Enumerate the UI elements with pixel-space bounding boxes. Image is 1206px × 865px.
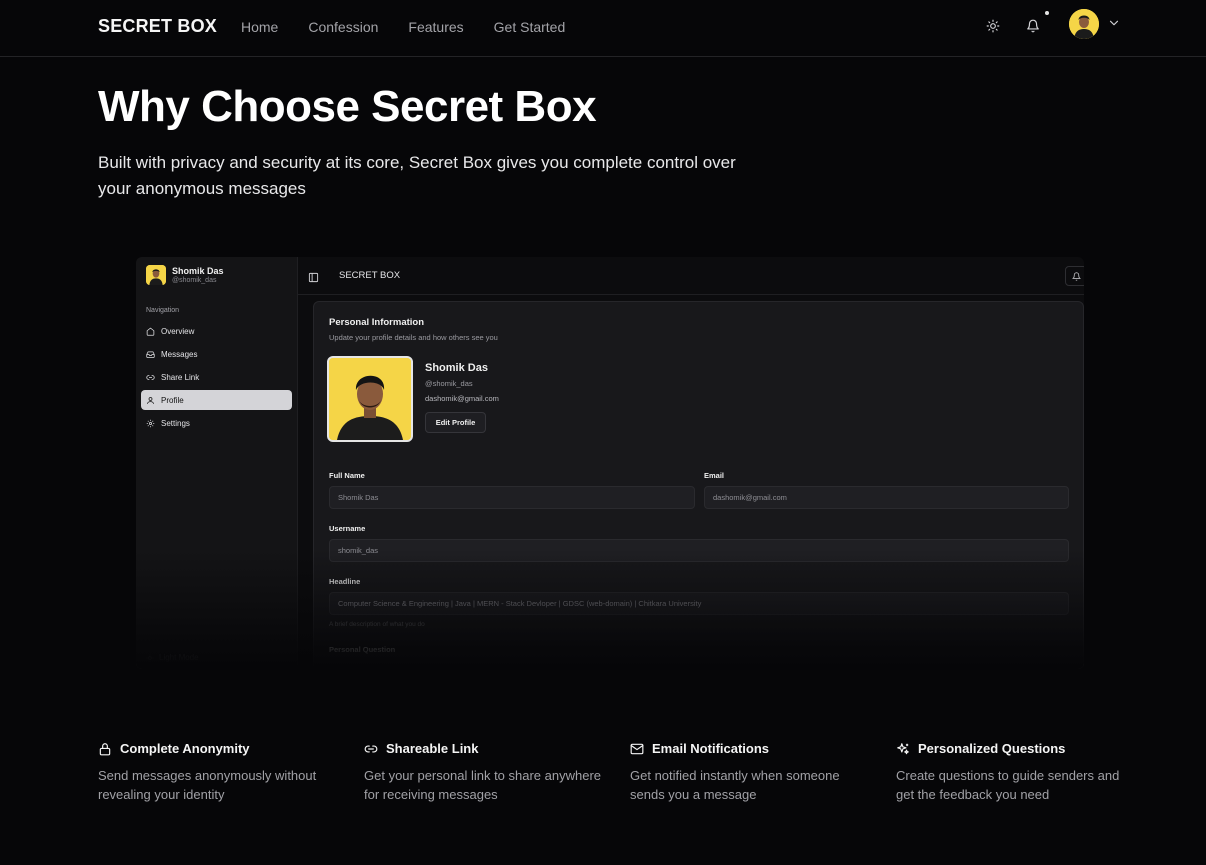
preview-user-name: Shomik Das [172,266,224,276]
gear-icon [146,419,155,427]
feature-description: Create questions to guide senders and ge… [896,768,1120,802]
nav-link-home[interactable]: Home [241,19,278,35]
notifications-button[interactable] [1021,14,1045,38]
avatar-portrait-icon [146,265,166,285]
lock-icon [99,742,111,755]
sidebar-item-profile[interactable]: Profile [141,390,292,410]
sidebar-item-share-link[interactable]: Share Link [141,367,292,387]
feature-title: Shareable Link [386,741,479,756]
feature-description: Get notified instantly when someone send… [630,768,840,802]
sidebar-item-label: Profile [161,395,184,405]
theme-toggle-button[interactable] [981,14,1005,38]
feature-email-notifications: Email Notifications Get notified instant… [630,740,870,804]
edit-profile-button[interactable]: Edit Profile [425,412,486,433]
feature-description: Send messages anonymously without reveal… [98,768,317,802]
profile-handle: @shomik_das [425,379,473,388]
profile-name: Shomik Das [425,362,488,374]
preview-user-handle: @shomik_das [172,277,217,284]
headline-field[interactable]: Computer Science & Engineering | Java | … [329,592,1069,615]
profile-portrait-icon [329,358,411,440]
sidebar-item-label: Share Link [161,372,200,382]
nav-link-confession[interactable]: Confession [308,19,378,35]
personal-question-label: Personal Question [329,645,396,654]
panel-left-icon [308,272,319,283]
avatar-portrait-icon [1069,9,1099,39]
bell-icon [1071,271,1081,281]
sun-icon [986,19,1000,33]
user-avatar[interactable] [1069,9,1099,39]
sidebar-item-label: Settings [161,418,190,428]
full-name-field[interactable]: Shomik Das [329,486,695,509]
preview-app-title: SECRET BOX [339,270,401,281]
preview-user-header[interactable]: Shomik Das @shomik_das [146,265,224,285]
sidebar-toggle-button[interactable] [308,270,320,283]
light-mode-label: Light Mode [159,653,199,662]
light-mode-toggle[interactable]: Light Mode [146,653,199,662]
sidebar-item-settings[interactable]: Settings [141,413,292,433]
sun-icon [146,654,154,661]
app-preview: Shomik Das @shomik_das Navigation Overvi… [136,257,1084,669]
preview-nav: Overview Messages Share Link Profile Set… [141,321,292,436]
preview-sidebar: Shomik Das @shomik_das Navigation Overvi… [136,257,298,669]
profile-photo [327,356,413,442]
sidebar-item-messages[interactable]: Messages [141,344,292,364]
email-field[interactable]: dashomik@gmail.com [704,486,1069,509]
feature-description: Get your personal link to share anywhere… [364,768,602,802]
feature-title: Complete Anonymity [120,741,250,756]
card-subtitle: Update your profile details and how othe… [329,333,498,342]
inbox-icon [146,351,155,358]
feature-shareable-link: Shareable Link Get your personal link to… [364,740,604,804]
profile-email: dashomik@gmail.com [425,394,499,403]
user-icon [147,396,154,404]
headline-hint: A brief description of what you do [329,621,425,628]
sidebar-item-overview[interactable]: Overview [141,321,292,341]
headline-label: Headline [329,577,361,586]
username-label: Username [329,524,366,533]
hero-title: Why Choose Secret Box [98,82,597,131]
sidebar-item-label: Messages [161,349,198,359]
feature-title: Personalized Questions [918,741,1066,756]
preview-nav-label: Navigation [146,307,180,314]
main-nav: Home Confession Features Get Started [241,19,565,35]
sidebar-item-label: Overview [161,326,195,336]
chevron-down-icon [1109,20,1119,26]
top-navbar: SECRET BOX Home Confession Features Get … [0,0,1206,57]
card-title: Personal Information [329,317,425,328]
username-field[interactable]: shomik_das [329,539,1069,562]
nav-link-get-started[interactable]: Get Started [494,19,566,35]
email-label: Email [704,471,725,480]
personal-info-card: Personal Information Update your profile… [313,301,1084,669]
preview-notifications-button[interactable] [1065,266,1084,286]
account-menu-toggle[interactable] [1107,16,1121,30]
home-icon [146,327,155,336]
mail-icon [630,743,644,754]
link-icon [364,745,378,752]
sparkles-icon [897,742,909,754]
nav-link-features[interactable]: Features [408,19,463,35]
link-icon [146,374,155,380]
brand-logo[interactable]: SECRET BOX [98,16,217,37]
feature-personalized-questions: Personalized Questions Create questions … [896,740,1136,804]
feature-complete-anonymity: Complete Anonymity Send messages anonymo… [98,740,338,804]
bell-icon [1027,19,1039,33]
hero-subtitle: Built with privacy and security at its c… [98,153,736,198]
feature-title: Email Notifications [652,741,770,756]
preview-user-avatar [146,265,166,285]
full-name-label: Full Name [329,471,365,480]
notification-dot [1045,11,1049,15]
preview-header: SECRET BOX [298,257,1084,295]
